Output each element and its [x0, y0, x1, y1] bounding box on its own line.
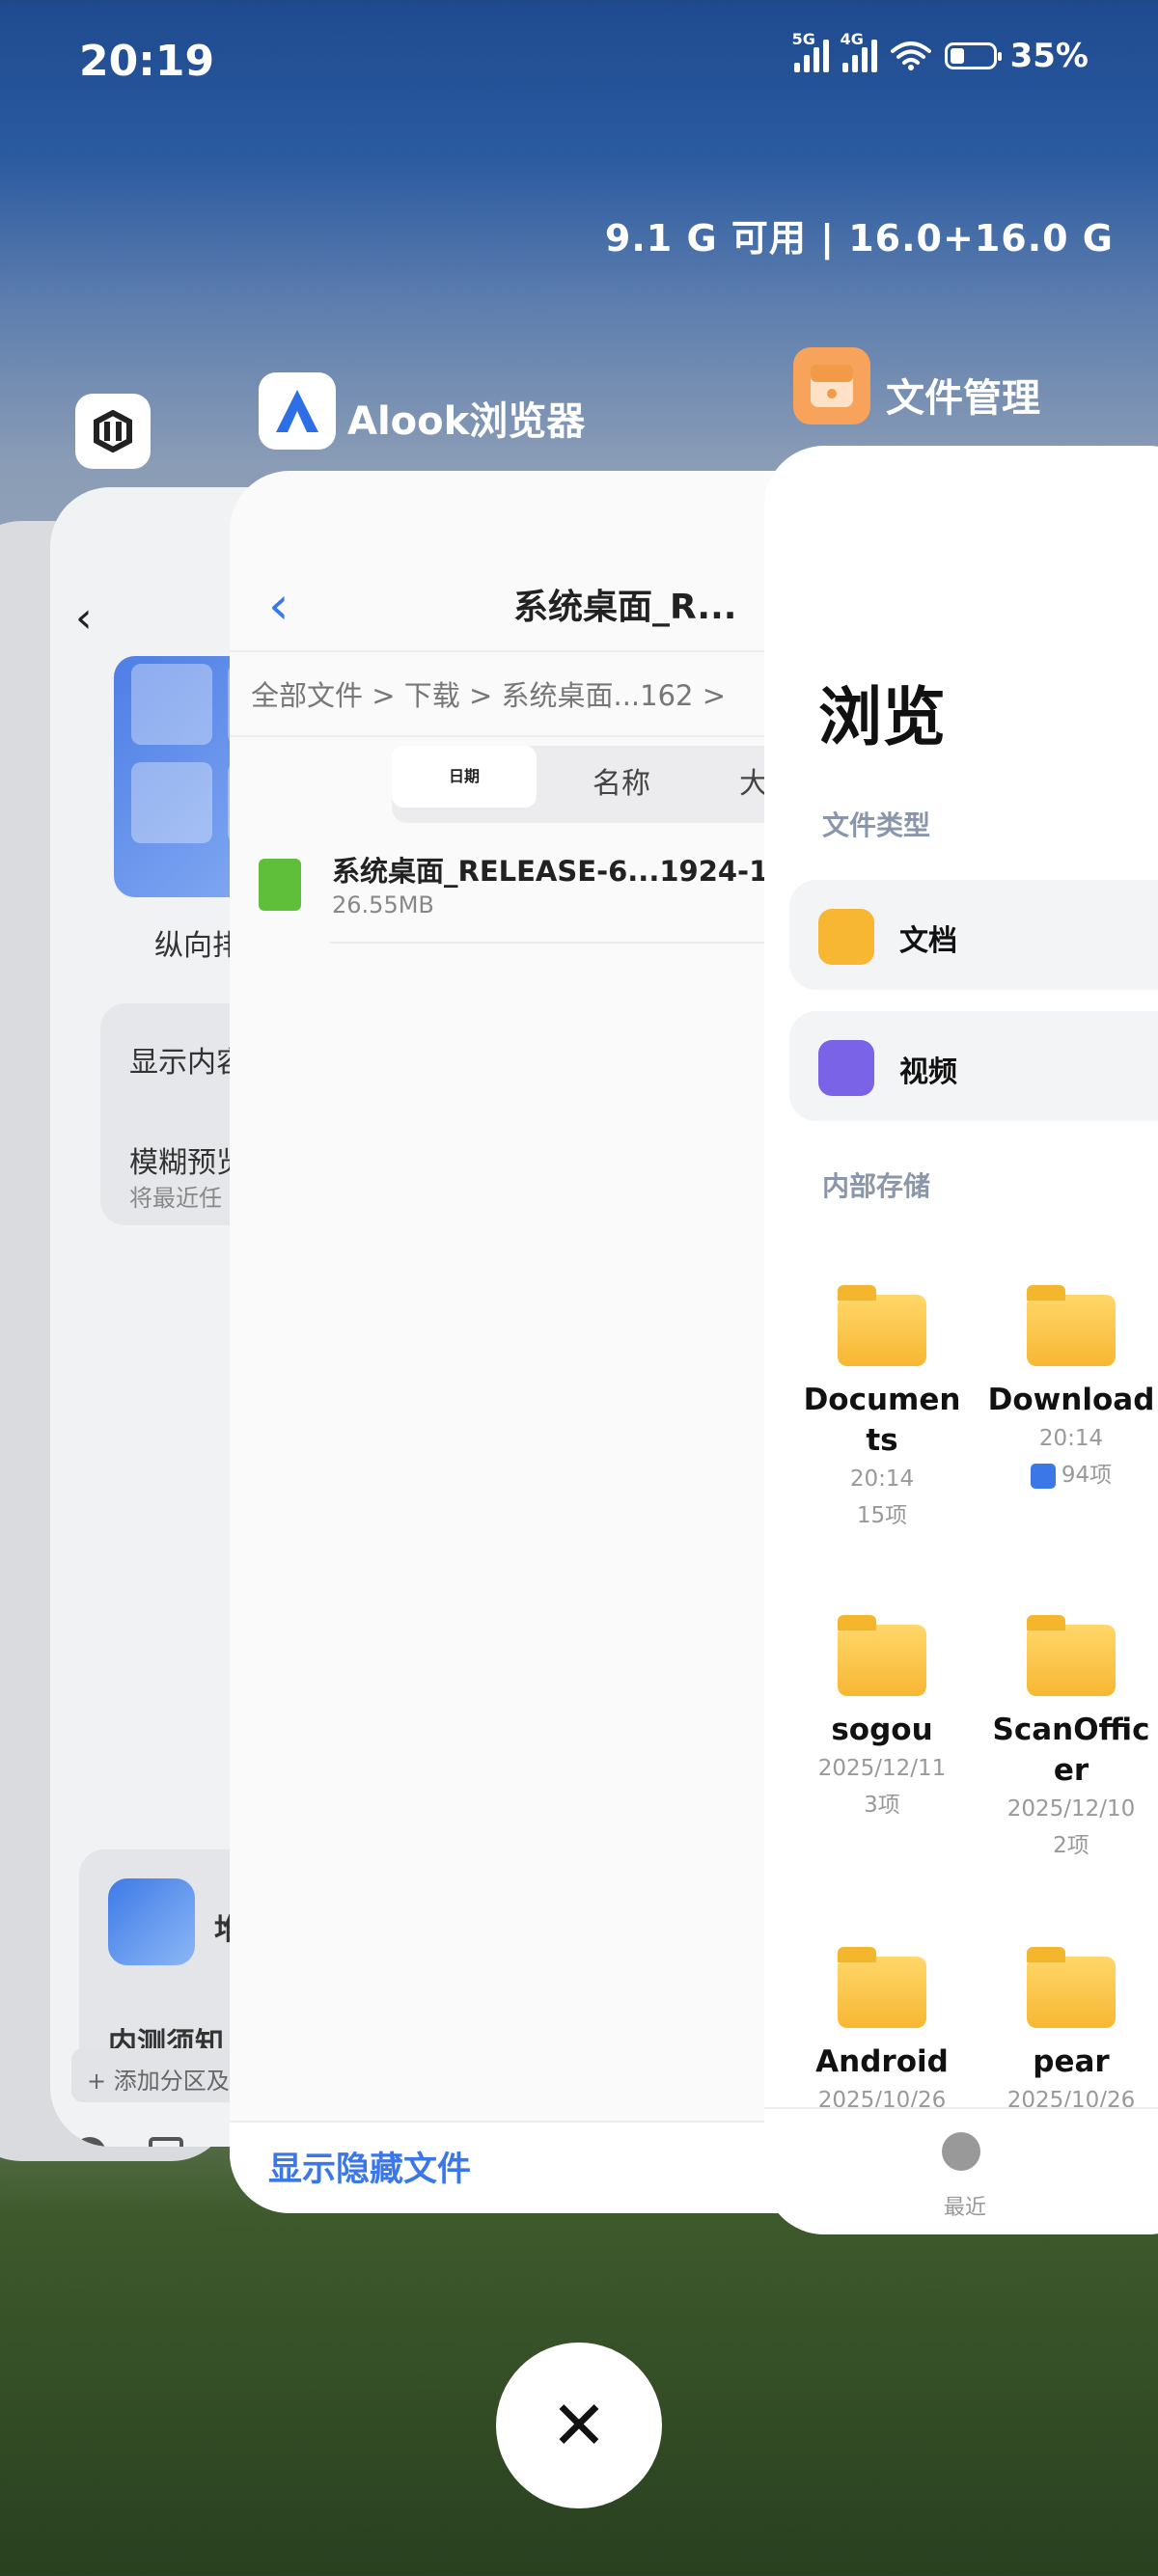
recent-app-card-file-manager[interactable]: 浏览 文件类型 文档 视频 内部存储 Documen ts 20:14 15项 … — [764, 446, 1158, 2234]
setting-show-content[interactable]: 显示内容 — [129, 1038, 245, 1081]
battery-icon — [944, 42, 1002, 69]
page-title: 浏览 — [818, 680, 946, 754]
signal-5g-icon: 5G — [792, 30, 829, 72]
folder-icon — [1027, 1285, 1116, 1366]
folder-android[interactable]: Android 2025/10/26 — [787, 1947, 977, 2119]
page-title: 系统桌面_R... — [513, 588, 737, 627]
back-arrow-icon[interactable]: ‹ — [75, 593, 93, 643]
folder-icon — [838, 1615, 926, 1696]
stack-app-icon — [108, 1878, 195, 1965]
app-title-alook: Alook浏览器 — [347, 399, 586, 444]
signal-4g-icon: 4G — [841, 30, 877, 72]
section-file-types: 文件类型 — [822, 809, 931, 841]
back-arrow-icon[interactable]: ‹ — [268, 575, 290, 636]
document-icon — [818, 909, 874, 965]
folder-download[interactable]: Download 20:14 94项 — [977, 1285, 1158, 1494]
breadcrumb[interactable]: 全部文件 > 下载 > 系统桌面...162 > — [251, 673, 726, 714]
apk-file-icon — [259, 859, 301, 911]
folder-icon — [838, 1285, 926, 1366]
clock-icon[interactable] — [942, 2132, 980, 2171]
folder-icon — [838, 1947, 926, 2028]
download-badge-icon — [1030, 1463, 1056, 1489]
type-videos[interactable]: 视频 — [789, 1011, 1158, 1121]
layout-caption: 纵向排 — [154, 929, 241, 963]
setting-blur-preview[interactable]: 模糊预览 — [129, 1138, 245, 1181]
tab-name[interactable]: 名称 — [593, 759, 650, 802]
folder-pear[interactable]: pear 2025/10/26 — [977, 1947, 1158, 2119]
file-size: 26.55MB — [332, 891, 434, 918]
folder-scanofficer[interactable]: ScanOffic er 2025/12/10 2项 — [977, 1615, 1158, 1864]
tab-date[interactable]: 日期 — [392, 746, 537, 808]
setting-blur-preview-desc: 将最近任 — [129, 1185, 222, 1212]
video-icon — [818, 1040, 874, 1096]
folder-icon — [1027, 1947, 1116, 2028]
folder-icon — [1027, 1615, 1116, 1696]
close-all-button[interactable]: ✕ — [496, 2343, 662, 2508]
file-name[interactable]: 系统桌面_RELEASE-6...1924-121 — [332, 849, 808, 890]
app-title-file-manager: 文件管理 — [886, 376, 1040, 421]
status-icons: 5G 4G 35% — [792, 30, 1089, 75]
battery-percent: 35% — [1009, 37, 1089, 75]
folder-documents[interactable]: Documen ts 20:14 15项 — [787, 1285, 977, 1534]
file-manager-icon[interactable] — [793, 347, 870, 425]
close-icon: ✕ — [550, 2386, 608, 2465]
wifi-icon — [890, 41, 931, 70]
show-hidden-files-button[interactable]: 显示隐藏文件 — [268, 2142, 471, 2191]
type-documents[interactable]: 文档 — [789, 880, 1158, 990]
memory-info: 9.1 G 可用 | 16.0+16.0 G — [604, 217, 1114, 260]
hexagon-app-icon[interactable] — [75, 394, 151, 469]
image-icon[interactable] — [149, 2137, 183, 2147]
download-count: 94项 — [977, 1457, 1158, 1494]
status-bar: 20:19 5G 4G 35% — [79, 30, 1089, 95]
tab-recent[interactable]: 最近 — [944, 2190, 986, 2221]
section-internal-storage: 内部存储 — [822, 1170, 931, 1202]
folder-sogou[interactable]: sogou 2025/12/11 3项 — [787, 1615, 977, 1823]
clock: 20:19 — [79, 37, 215, 86]
alook-icon[interactable] — [259, 372, 336, 450]
